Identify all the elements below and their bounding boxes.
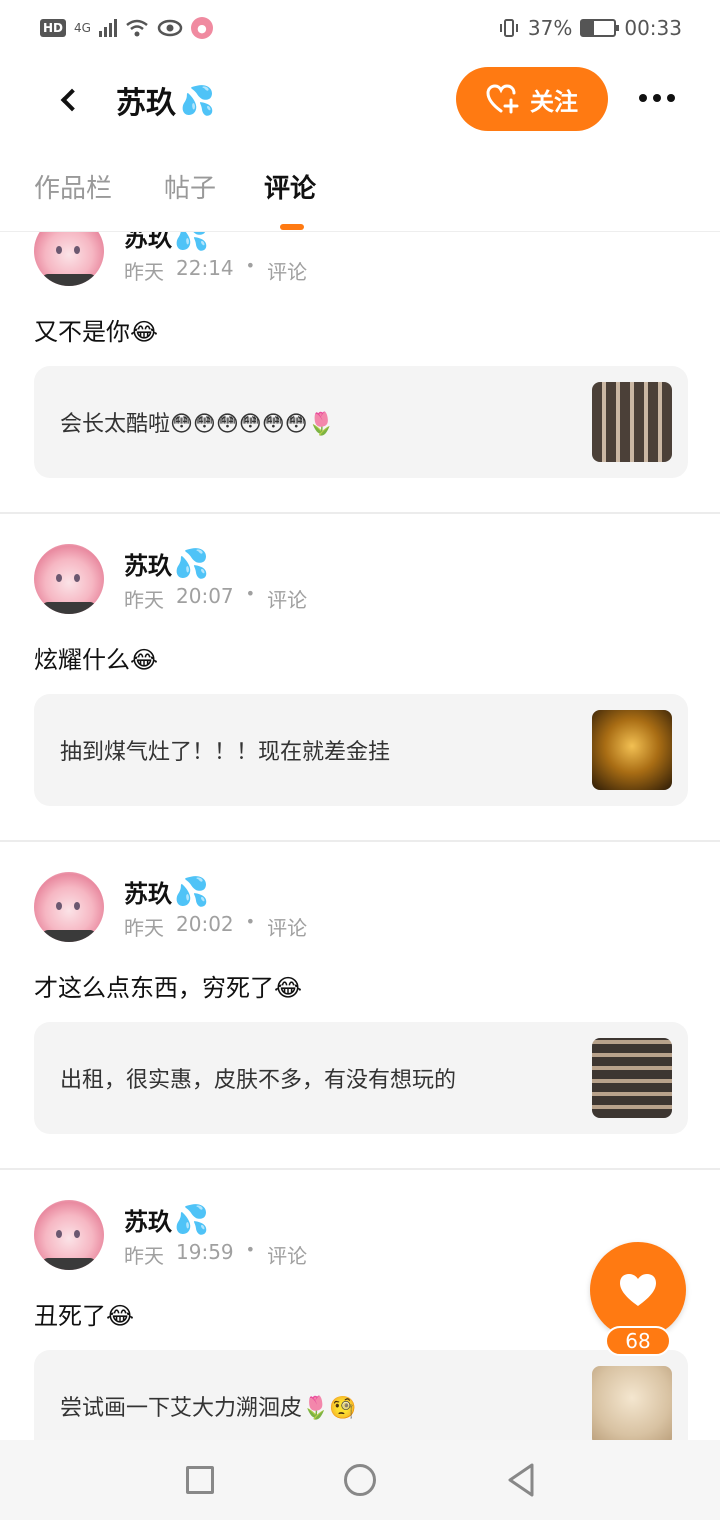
eye-icon: [157, 19, 183, 37]
quoted-post-text: 尝试画一下艾大力溯洄皮🌷🧐: [60, 1396, 357, 1421]
more-dot-icon: [639, 94, 647, 102]
quoted-post-thumbnail[interactable]: [592, 1038, 672, 1118]
follow-button[interactable]: 关注: [456, 67, 608, 131]
post-time: 22:14: [176, 256, 234, 280]
signal-icon: [98, 19, 117, 37]
post-meta: 昨天 20:02 • 评论: [124, 912, 307, 941]
quoted-post-thumbnail[interactable]: [592, 1366, 672, 1440]
post-date: 昨天: [124, 588, 164, 612]
quoted-post-thumbnail[interactable]: [592, 710, 672, 790]
post-type: 评论: [267, 588, 308, 612]
comment-item[interactable]: 苏玖 💦 昨天 20:07 • 评论 炫耀什么😂 抽到煤气灶了！！！现在就差金挂: [0, 512, 720, 840]
meta-separator: •: [245, 256, 256, 275]
active-tab-indicator: [280, 224, 304, 230]
avatar[interactable]: [34, 232, 104, 286]
quoted-post-thumbnail[interactable]: [592, 382, 672, 462]
divider: [0, 840, 720, 842]
meta-separator: •: [245, 912, 256, 931]
post-time: 20:07: [176, 584, 234, 608]
battery-percent: 37%: [527, 16, 573, 40]
back-button[interactable]: [48, 80, 88, 120]
tab-posts[interactable]: 帖子: [164, 168, 216, 205]
post-meta: 昨天 22:14 • 评论: [124, 256, 307, 285]
clock: 00:33: [624, 16, 682, 40]
avatar[interactable]: [34, 872, 104, 942]
author-name[interactable]: 苏玖 💦: [124, 546, 209, 581]
divider: [0, 512, 720, 514]
comment-text: 炫耀什么😂: [34, 646, 159, 674]
comment-text: 又不是你😂: [34, 318, 159, 346]
comment-text: 丑死了😂: [34, 1302, 135, 1330]
quoted-post-card[interactable]: 出租，很实惠，皮肤不多，有没有想玩的: [34, 1022, 688, 1134]
comment-text: 才这么点东西，穷死了😂: [34, 974, 303, 1002]
meta-separator: •: [245, 584, 256, 603]
author-name[interactable]: 苏玖 💦: [124, 1202, 209, 1237]
wifi-icon: [126, 19, 148, 37]
author-name-text: 苏玖: [124, 1208, 172, 1236]
divider: [0, 1168, 720, 1170]
post-date: 昨天: [124, 916, 164, 940]
more-dot-icon: [653, 94, 661, 102]
quoted-post-text: 出租，很实惠，皮肤不多，有没有想玩的: [60, 1068, 457, 1093]
post-meta: 昨天 20:07 • 评论: [124, 584, 307, 613]
avatar[interactable]: [34, 544, 104, 614]
post-meta: 昨天 19:59 • 评论: [124, 1240, 307, 1269]
recent-apps-button[interactable]: [186, 1466, 214, 1494]
post-type: 评论: [267, 260, 308, 284]
post-date: 昨天: [124, 260, 164, 284]
author-name-text: 苏玖: [124, 880, 172, 908]
heart-plus-icon: [486, 84, 519, 114]
status-bar: HD 4G ● 37% 00:33: [0, 0, 720, 56]
quoted-post-card[interactable]: 抽到煤气灶了！！！现在就差金挂: [34, 694, 688, 806]
tab-works[interactable]: 作品栏: [34, 168, 112, 205]
profile-tabs: 作品栏 帖子 评论: [0, 142, 720, 232]
author-name[interactable]: 苏玖 💦: [124, 874, 209, 909]
system-nav-bar: [0, 1440, 720, 1520]
sweat-drops-icon: 💦: [180, 83, 215, 117]
author-name-text: 苏玖: [124, 552, 172, 580]
sweat-drops-icon: 💦: [174, 1203, 209, 1236]
tab-comments[interactable]: 评论: [264, 168, 316, 205]
back-arrow-icon: [60, 88, 84, 112]
quoted-post-card[interactable]: 尝试画一下艾大力溯洄皮🌷🧐: [34, 1350, 688, 1440]
sweat-drops-icon: 💦: [174, 875, 209, 908]
heart-icon: [620, 1274, 656, 1306]
like-count-badge: 68: [605, 1326, 671, 1356]
vibrate-icon: [499, 19, 518, 37]
author-name-text: 苏玖: [124, 232, 172, 252]
page-title-text: 苏玖: [116, 86, 176, 121]
sweat-drops-icon: 💦: [174, 232, 209, 252]
hd-indicator: HD: [40, 19, 67, 37]
avatar[interactable]: [34, 1200, 104, 1270]
post-time: 19:59: [176, 1240, 234, 1264]
app-notification-icon: ●: [190, 17, 213, 39]
comment-item[interactable]: 苏玖 💦 昨天 22:14 • 评论 又不是你😂 会长太酷啦😳😳😳😳😳😳🌷: [0, 232, 720, 512]
author-name[interactable]: 苏玖 💦: [124, 232, 209, 253]
follow-label: 关注: [530, 87, 578, 116]
like-button[interactable]: [590, 1242, 686, 1338]
quoted-post-text: 会长太酷啦😳😳😳😳😳😳🌷: [60, 412, 336, 437]
more-dot-icon: [667, 94, 675, 102]
sweat-drops-icon: 💦: [174, 547, 209, 580]
profile-header: 苏玖 💦 关注: [0, 56, 720, 142]
comment-item[interactable]: 苏玖 💦 昨天 20:02 • 评论 才这么点东西，穷死了😂 出租，很实惠，皮肤…: [0, 840, 720, 1168]
post-type: 评论: [267, 916, 308, 940]
back-nav-button[interactable]: [506, 1462, 536, 1498]
network-type: 4G: [74, 21, 91, 35]
page-title: 苏玖 💦: [116, 78, 215, 122]
home-button[interactable]: [344, 1464, 376, 1496]
post-date: 昨天: [124, 1244, 164, 1268]
quoted-post-text: 抽到煤气灶了！！！现在就差金挂: [60, 740, 391, 765]
post-type: 评论: [267, 1244, 308, 1268]
post-time: 20:02: [176, 912, 234, 936]
quoted-post-card[interactable]: 会长太酷啦😳😳😳😳😳😳🌷: [34, 366, 688, 478]
more-options-button[interactable]: [632, 86, 682, 110]
battery-icon: [580, 19, 620, 37]
meta-separator: •: [245, 1240, 256, 1259]
